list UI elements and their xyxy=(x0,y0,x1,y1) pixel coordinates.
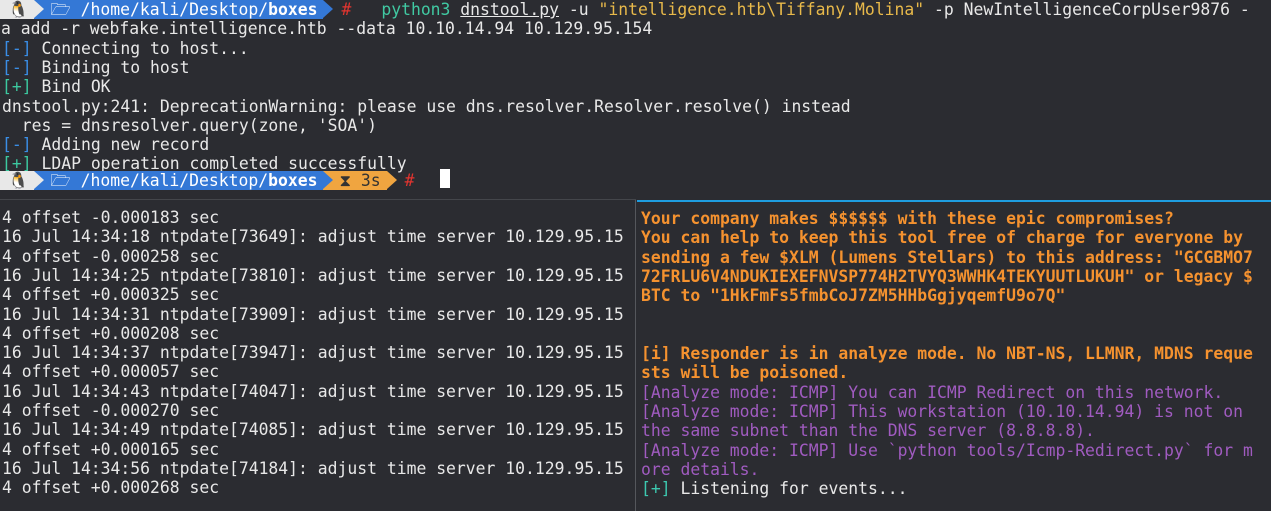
responder-line: [Analyze mode: ICMP] You can ICMP Redire… xyxy=(641,382,1224,402)
output-line: [-] Binding to host xyxy=(2,58,190,77)
folder-icon: 🗁 xyxy=(50,0,81,19)
ntp-line: 16 Jul 14:34:37 ntpdate[73947]: adjust t… xyxy=(2,343,624,363)
output-line: res = dnsresolver.query(zone, 'SOA') xyxy=(2,116,377,135)
output-line: [-] Adding new record xyxy=(2,135,209,154)
ntp-line: 4 offset -0.000183 sec xyxy=(2,208,220,227)
output-text: Binding to host xyxy=(31,57,190,77)
status-tag: [-] xyxy=(2,57,32,77)
pane-divider-vertical[interactable] xyxy=(635,200,636,511)
responder-line: ore details. xyxy=(641,459,760,479)
output-text: Adding new record xyxy=(31,135,210,155)
responder-line: [i] Responder is in analyze mode. No NBT… xyxy=(641,344,1253,364)
responder-line: sts will be poisoned. xyxy=(641,363,849,383)
output-text: Bind OK xyxy=(31,77,111,97)
shell-prompt-2: 🐧 🗁 /home/kali/Desktop/boxes ⧗ 3s # xyxy=(0,169,451,190)
ntp-line: 4 offset +0.000208 sec xyxy=(2,323,220,343)
ntp-line: 4 offset -0.000270 sec xyxy=(2,401,220,420)
status-tag: [+] xyxy=(2,77,32,97)
responder-line: [Analyze mode: ICMP] Use `python tools/I… xyxy=(641,440,1253,460)
os-segment: 🐧 xyxy=(0,171,45,190)
responder-line: You can help to keep this tool free of c… xyxy=(641,228,1243,248)
responder-line: BTC to "1HkFmFs5fmbCoJ7ZM5HHbGgjyqemfU9o… xyxy=(641,286,1066,306)
output-line: [-] Connecting to host... xyxy=(2,39,249,58)
ntp-line: 4 offset +0.000268 sec xyxy=(2,478,220,498)
path-segment: 🗁 /home/kali/Desktop/boxes xyxy=(34,0,334,19)
status-tag: [-] xyxy=(2,38,32,58)
ntp-line: 16 Jul 14:34:25 ntpdate[73810]: adjust t… xyxy=(2,265,624,285)
ntp-line: 16 Jul 14:34:31 ntpdate[73909]: adjust t… xyxy=(2,304,624,324)
penguin-icon: 🐧 xyxy=(8,171,29,190)
left-pane-ntpdate[interactable]: 4 offset -0.000183 sec 16 Jul 14:34:18 nt… xyxy=(0,200,636,511)
output-text: res = dnsresolver.query(zone, 'SOA') xyxy=(2,115,377,135)
responder-line: 72FRLU6V4NDUKIEXEFNVSP774H2TVYQ3WWHK4TEK… xyxy=(641,266,1253,286)
ntp-line: 16 Jul 14:34:18 ntpdate[73649]: adjust t… xyxy=(2,227,624,247)
responder-line: sending a few $XLM (Lumens Stellars) to … xyxy=(641,247,1253,267)
ntp-line: 16 Jul 14:34:43 ntpdate[74047]: adjust t… xyxy=(2,381,624,401)
output-text: Connecting to host... xyxy=(31,38,249,58)
penguin-icon: 🐧 xyxy=(8,0,29,19)
command-wrap: a add -r webfake.intelligence.htb --data… xyxy=(1,19,653,39)
right-pane-responder[interactable]: Your company makes $$$$$$ with these epi… xyxy=(637,200,1271,511)
output-line: [+] Bind OK xyxy=(2,77,111,96)
ntp-line: 16 Jul 14:34:49 ntpdate[74085]: adjust t… xyxy=(2,420,624,440)
status-tag: [+] xyxy=(641,479,671,499)
hourglass-icon: ⧗ xyxy=(339,171,361,190)
responder-line: the same subnet than the DNS server (8.8… xyxy=(641,421,1095,441)
ntp-line: 4 offset +0.000057 sec xyxy=(2,362,220,382)
output-text: dnstool.py:241: DeprecationWarning: plea… xyxy=(2,96,851,116)
folder-icon: 🗁 xyxy=(50,171,81,190)
ntp-line: 16 Jul 14:34:56 ntpdate[74184]: adjust t… xyxy=(2,458,624,478)
path-segment: 🗁 /home/kali/Desktop/boxes xyxy=(34,171,334,190)
ntp-line: 4 offset +0.000325 sec xyxy=(2,285,220,305)
responder-line: Your company makes $$$$$$ with these epi… xyxy=(641,209,1174,228)
terminal-cursor[interactable] xyxy=(440,169,451,188)
responder-line: [Analyze mode: ICMP] This workstation (1… xyxy=(641,402,1243,421)
command-line: python3 dnstool.py -u "intelligence.htb\… xyxy=(381,0,1250,19)
ntp-line: 4 offset -0.000258 sec xyxy=(2,246,220,266)
os-segment: 🐧 xyxy=(0,0,45,19)
status-tag: [-] xyxy=(2,135,32,155)
output-line: dnstool.py:241: DeprecationWarning: plea… xyxy=(2,97,851,116)
shell-prompt-1: 🐧 🗁 /home/kali/Desktop/boxes # python3 d… xyxy=(0,0,1250,19)
listening-text: Listening for events... xyxy=(670,479,908,499)
ntp-line: 4 offset +0.000165 sec xyxy=(2,439,220,459)
listening-line: [+] Listening for events... xyxy=(641,479,907,498)
